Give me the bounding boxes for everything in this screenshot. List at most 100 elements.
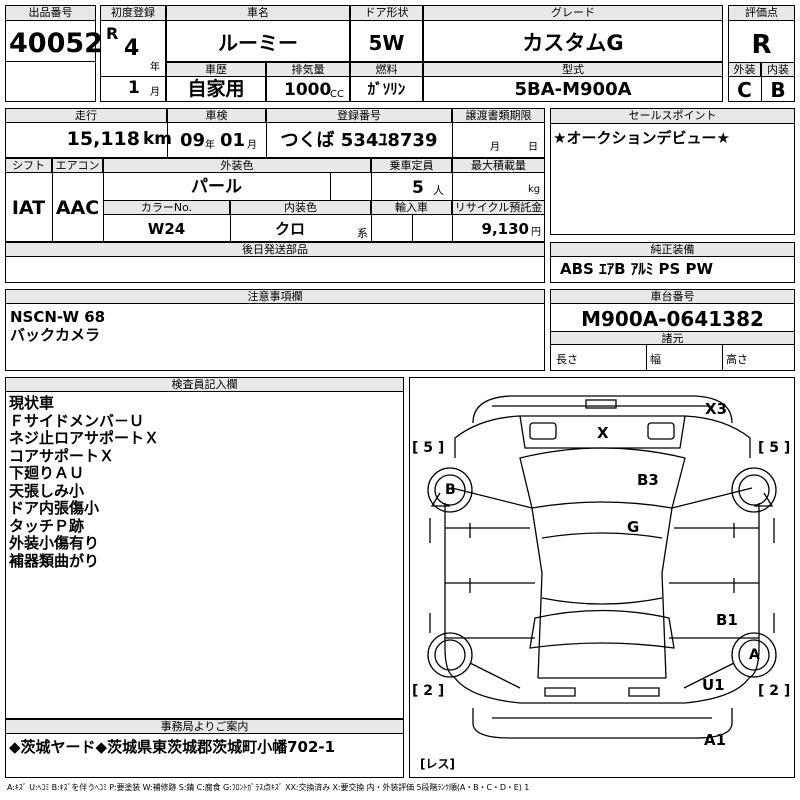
capacity-label: 乗車定員: [371, 158, 452, 173]
ext-score: C: [737, 78, 752, 102]
specs-label: 諸元: [550, 331, 795, 345]
notes-line-1: NSCN-W 68: [10, 308, 106, 326]
door-value: 5W: [368, 31, 405, 55]
inspection-year-unit: 年: [205, 140, 215, 151]
car-diagram: X3 X B3 G B1 U1 A1 B A [ 5 ] [ 5 ] [ 2 ]…: [409, 377, 795, 778]
score-value: R: [751, 30, 772, 60]
first-reg-year: 4: [124, 36, 140, 61]
mark-x: X: [597, 424, 609, 442]
inspection-month-unit: 月: [247, 140, 257, 151]
first-reg-month: 1: [128, 78, 140, 98]
int-color-label: 内装色: [230, 200, 371, 215]
fuel-label: 燃料: [350, 62, 423, 77]
plate-value: つくば 534ﾕ8739: [280, 130, 438, 151]
ext-score-label: 外装: [728, 62, 761, 77]
plate-label: 登録番号: [266, 108, 452, 123]
shift-label: シフト: [5, 158, 52, 173]
mileage-unit: km: [143, 129, 173, 149]
equipment-label: 純正装備: [550, 242, 795, 257]
office-value: ◆茨城ヤード◆茨城県東茨城郡茨城町小幡702-1: [9, 738, 336, 756]
sales-point-text: ★オークションデビュー★: [553, 129, 730, 147]
color-no-label: カラーNo.: [103, 200, 230, 215]
color-no-value: W24: [147, 220, 186, 238]
inspector-label: 検査員記入欄: [5, 377, 404, 392]
inspector-line: ドア内張傷小: [9, 499, 100, 517]
displacement-unit: CC: [330, 89, 344, 100]
mark-g: G: [627, 518, 640, 536]
ext-color-label: 外装色: [103, 158, 371, 173]
model-label: 型式: [423, 62, 723, 77]
displacement-label: 排気量: [266, 62, 350, 77]
spec-height: 高さ: [726, 353, 748, 366]
inspection-year: 09: [180, 130, 206, 151]
fuel-value: ｶﾞｿﾘﾝ: [367, 80, 406, 98]
inspection-label: 車検: [167, 108, 266, 123]
history-label: 車歴: [166, 62, 266, 77]
grade-value: カスタムG: [522, 31, 624, 55]
legend: A:ｷｽﾞ U:ﾍｺﾐ B:ｷｽﾞを伴うﾍｺﾐ P:要塗装 W:補修跡 S:錆 …: [7, 783, 530, 792]
spec-length: 長さ: [556, 353, 578, 366]
max-load-label: 最大積載量: [452, 158, 545, 173]
car-name: ルーミー: [218, 31, 298, 55]
transfer-month-unit: 月: [490, 142, 500, 153]
grade-label: グレード: [423, 5, 723, 21]
history-value: 自家用: [187, 78, 245, 100]
import-label: 輸入車: [371, 200, 452, 215]
mark-u1: U1: [702, 676, 725, 694]
mark-b1: B1: [716, 611, 738, 629]
score-label: 評価点: [728, 5, 795, 21]
sales-point-label: セールスポイント: [550, 108, 795, 124]
equipment-value: ABS ｴｱB ｱﾙﾐ PS PW: [560, 260, 714, 278]
capacity-value: 5: [412, 178, 424, 198]
first-reg-month-unit: 月: [150, 87, 160, 98]
mileage-value: 15,118: [66, 128, 140, 150]
inspector-line: 下廻りＡＵ: [9, 464, 85, 482]
mark-b3: B3: [637, 471, 659, 489]
shift-value: IAT: [11, 197, 46, 219]
max-load-unit: kg: [528, 184, 541, 195]
bracket-front-right: [ 5 ]: [758, 440, 791, 456]
notes-line-2: バックカメラ: [10, 326, 101, 344]
bracket-rear-left: [ 2 ]: [412, 683, 445, 699]
lot-label: 出品番号: [5, 5, 96, 21]
bracket-spare: [レス]: [420, 757, 455, 771]
recycle-label: リサイクル預託金: [452, 200, 545, 215]
int-score: B: [770, 78, 786, 102]
door-label: ドア形状: [350, 5, 423, 21]
bracket-front-left: [ 5 ]: [412, 440, 445, 456]
transfer-day-unit: 日: [528, 142, 538, 153]
aircon-value: AAC: [55, 197, 100, 219]
inspector-line: 補器類曲がり: [9, 551, 100, 570]
recycle-value: 9,130: [481, 220, 529, 238]
int-color-value: クロ: [274, 220, 305, 238]
inspector-line: 天張しみ小: [9, 481, 85, 500]
model-value: 5BA-M900A: [514, 79, 632, 100]
office-label: 事務局よりご案内: [5, 719, 404, 734]
spec-width: 幅: [650, 353, 661, 366]
first-reg-era: R: [106, 24, 119, 43]
mark-a1: A1: [704, 731, 727, 749]
transfer-label: 譲渡書類期限: [452, 108, 545, 123]
capacity-unit: 人: [433, 184, 444, 197]
displacement-value: 1000: [284, 80, 332, 100]
mark-x3: X3: [705, 400, 728, 418]
inspector-line: 外装小傷有り: [9, 534, 100, 552]
inspector-list: 現状車 Ｆサイドメンバ－Ｕ ネジ止ロアサポートＸ コアサポートＸ 下廻りＡＵ 天…: [9, 394, 160, 570]
lot-number: 40052: [9, 28, 103, 59]
int-color-unit: 系: [357, 227, 368, 240]
inspector-line: 現状車: [9, 394, 55, 412]
inspector-line: ネジ止ロアサポートＸ: [9, 429, 160, 447]
recycle-unit: 円: [531, 227, 541, 238]
inspector-line: コアサポートＸ: [9, 446, 115, 465]
int-score-label: 内装: [761, 62, 795, 77]
notes-label: 注意事項欄: [5, 289, 545, 304]
bracket-rear-right: [ 2 ]: [758, 683, 791, 699]
inspector-line: Ｆサイドメンバ－Ｕ: [9, 411, 145, 430]
later-parts-label: 後日発送部品: [5, 242, 545, 257]
inspector-line: タッチＰ跡: [9, 516, 85, 535]
chassis-value: M900A-0641382: [581, 307, 764, 331]
sales-point-box: [550, 108, 795, 235]
first-reg-label: 初度登録: [100, 5, 166, 21]
wheel-mark-b: B: [445, 482, 456, 498]
ext-color-value: パール: [191, 177, 242, 197]
